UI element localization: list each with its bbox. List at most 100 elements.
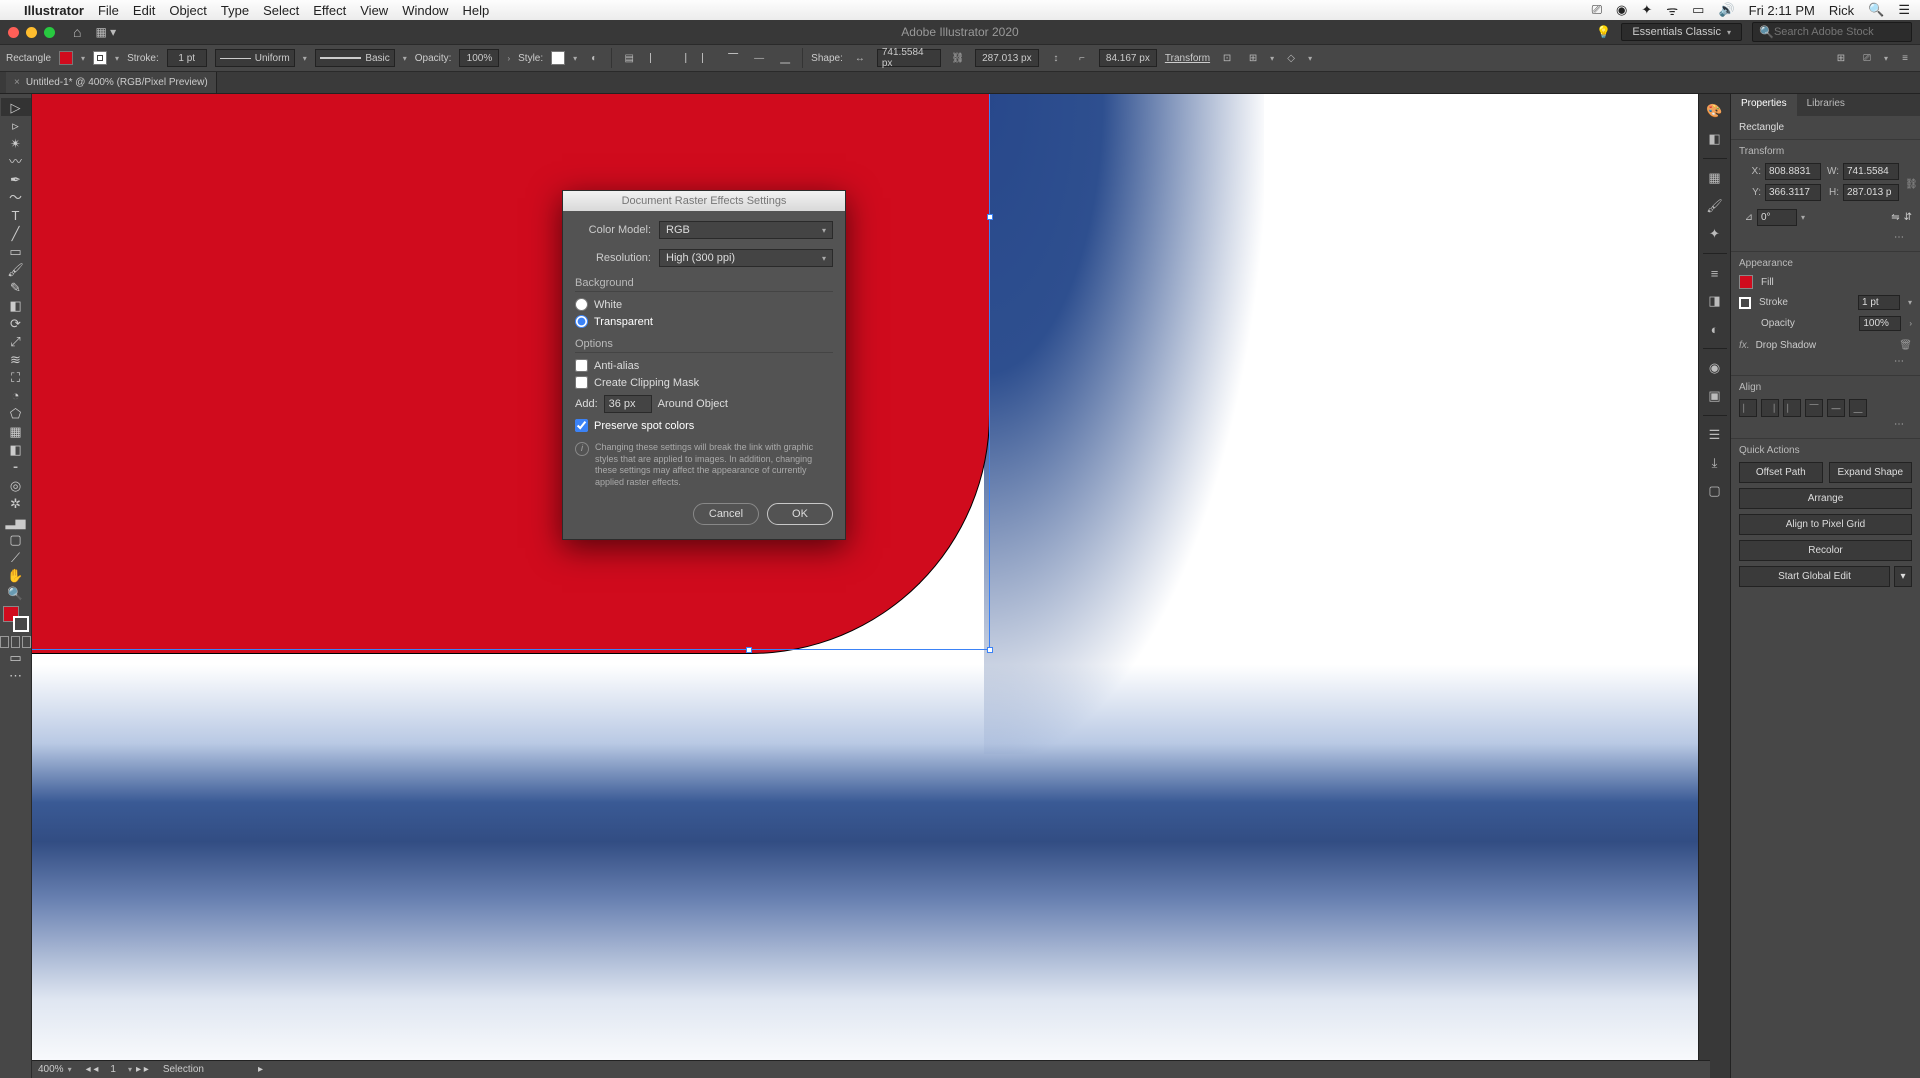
align-hcenter-button[interactable]: ⎹ <box>1761 399 1779 417</box>
volume-icon[interactable]: 🔊 <box>1718 2 1734 18</box>
flip-v-icon[interactable]: ⇵ <box>1904 212 1912 223</box>
gradient-panel-icon[interactable]: ◨ <box>1703 290 1727 312</box>
direct-selection-tool[interactable]: ▹ <box>1 116 31 134</box>
panel-icon[interactable]: ⎚ <box>1858 49 1876 67</box>
tab-libraries[interactable]: Libraries <box>1797 94 1855 116</box>
panel-icon[interactable]: ⊞ <box>1832 49 1850 67</box>
corner-input[interactable]: 84.167 px <box>1099 49 1157 67</box>
more-options-icon[interactable]: ⋯ <box>1739 354 1912 369</box>
eyedropper-tool[interactable]: ⁃ <box>1 458 31 476</box>
bg-transparent-radio[interactable]: Transparent <box>575 315 833 328</box>
close-icon[interactable] <box>8 27 19 38</box>
menu-object[interactable]: Object <box>169 3 207 18</box>
menu-edit[interactable]: Edit <box>133 3 155 18</box>
close-tab-icon[interactable]: × <box>14 77 20 88</box>
color-guide-icon[interactable]: ◧ <box>1703 128 1727 150</box>
control-center-icon[interactable]: ☰ <box>1898 2 1910 18</box>
edit-toolbar[interactable]: ⋯ <box>1 666 31 684</box>
h-input[interactable] <box>1843 184 1899 201</box>
rectangle-object[interactable] <box>32 94 990 654</box>
more-options-icon[interactable]: ⋯ <box>1739 417 1912 432</box>
offset-path-button[interactable]: Offset Path <box>1739 462 1823 483</box>
recolor-button[interactable]: Recolor <box>1739 540 1912 561</box>
tab-properties[interactable]: Properties <box>1731 94 1797 116</box>
link-wh-icon[interactable]: ⛓ <box>949 49 967 67</box>
bg-white-radio[interactable]: White <box>575 298 833 311</box>
recolor-icon[interactable]: ◐ <box>585 49 603 67</box>
more-options-icon[interactable]: ⋯ <box>1739 230 1912 245</box>
paintbrush-tool[interactable]: 🖌 <box>1 260 31 278</box>
symbols-icon[interactable]: ✦ <box>1703 223 1727 245</box>
mesh-tool[interactable]: ▦ <box>1 422 31 440</box>
line-tool[interactable]: ╱ <box>1 224 31 242</box>
ok-button[interactable]: OK <box>767 503 833 525</box>
brushes-icon[interactable]: 🖌 <box>1703 195 1727 217</box>
pencil-tool[interactable]: ✎ <box>1 278 31 296</box>
draw-mode[interactable] <box>0 636 32 648</box>
global-edit-button[interactable]: Start Global Edit <box>1739 566 1890 587</box>
menubar-icon[interactable]: ⎚ <box>1592 2 1602 18</box>
global-edit-options[interactable]: ▾ <box>1894 566 1912 587</box>
zoom-level[interactable]: 400% <box>38 1064 64 1075</box>
minimize-icon[interactable] <box>26 27 37 38</box>
anti-alias-checkbox[interactable]: Anti-alias <box>575 359 833 372</box>
menu-file[interactable]: File <box>98 3 119 18</box>
blend-tool[interactable]: ◎ <box>1 476 31 494</box>
angle-input[interactable] <box>1757 209 1797 226</box>
menu-select[interactable]: Select <box>263 3 299 18</box>
align-icon[interactable]: ▤ <box>620 49 638 67</box>
selection-handle[interactable] <box>987 647 993 653</box>
scale-tool[interactable]: ⤢ <box>1 332 31 350</box>
expand-shape-button[interactable]: Expand Shape <box>1829 462 1913 483</box>
arrange-docs-icon[interactable]: ▦ ▾ <box>95 25 116 39</box>
arrange-button[interactable]: Arrange <box>1739 488 1912 509</box>
width-tool[interactable]: ≋ <box>1 350 31 368</box>
graph-tool[interactable]: ▂▅ <box>1 512 31 530</box>
screen-mode[interactable]: ▭ <box>1 648 31 666</box>
color-model-select[interactable]: RGB▾ <box>659 221 833 239</box>
clip-mask-checkbox[interactable]: Create Clipping Mask <box>575 376 833 389</box>
fill-swatch[interactable] <box>59 51 73 65</box>
stroke-swatch[interactable] <box>93 51 107 65</box>
pen-tool[interactable]: ✒ <box>1 170 31 188</box>
menubar-icon[interactable]: ✦ <box>1641 2 1652 18</box>
wifi-icon[interactable]: ᯤ <box>1666 1 1678 19</box>
align-left-button[interactable]: ⎸ <box>1739 399 1757 417</box>
x-input[interactable] <box>1765 163 1821 180</box>
zoom-tool[interactable]: 🔍 <box>1 584 31 602</box>
height-input[interactable]: 287.013 px <box>975 49 1039 67</box>
link-wh-icon[interactable]: ⛓ <box>1905 179 1918 190</box>
transform-link[interactable]: Transform <box>1165 53 1210 64</box>
layers-icon[interactable]: ☰ <box>1703 424 1727 446</box>
color-panel-icon[interactable]: 🎨 <box>1703 100 1727 122</box>
align-top-button[interactable]: ⎺ <box>1805 399 1823 417</box>
selection-handle[interactable] <box>746 647 752 653</box>
selection-handle[interactable] <box>987 214 993 220</box>
menu-type[interactable]: Type <box>221 3 249 18</box>
stroke-color-icon[interactable] <box>13 616 29 632</box>
align-right-button[interactable]: ⎸ <box>1783 399 1801 417</box>
eraser-tool[interactable]: ◧ <box>1 296 31 314</box>
menu-effect[interactable]: Effect <box>313 3 346 18</box>
select-similar-icon[interactable]: ◇ <box>1282 49 1300 67</box>
lasso-tool[interactable]: 〰 <box>1 152 31 170</box>
menu-view[interactable]: View <box>360 3 388 18</box>
display-icon[interactable]: ▭ <box>1692 2 1704 18</box>
opacity-input[interactable] <box>1859 316 1901 331</box>
cancel-button[interactable]: Cancel <box>693 503 759 525</box>
panel-menu-icon[interactable]: ≡ <box>1896 49 1914 67</box>
add-value-input[interactable] <box>604 395 652 413</box>
align-mid-icon[interactable]: — <box>750 49 768 67</box>
user-name[interactable]: Rick <box>1829 3 1854 18</box>
align-top-icon[interactable]: ⎺ <box>724 49 742 67</box>
artboard-nav[interactable]: 1 <box>102 1064 124 1075</box>
selection-tool[interactable]: ▷ <box>1 98 31 116</box>
canvas[interactable] <box>32 94 1698 1078</box>
clock[interactable]: Fri 2:11 PM <box>1749 3 1815 18</box>
align-pixel-button[interactable]: Align to Pixel Grid <box>1739 514 1912 535</box>
delete-effect-icon[interactable]: 🗑 <box>1899 340 1912 351</box>
stroke-weight-input[interactable]: 1 pt <box>167 49 207 67</box>
effect-name[interactable]: Drop Shadow <box>1756 340 1817 351</box>
stroke-swatch[interactable] <box>1739 297 1751 309</box>
rotate-tool[interactable]: ⟳ <box>1 314 31 332</box>
